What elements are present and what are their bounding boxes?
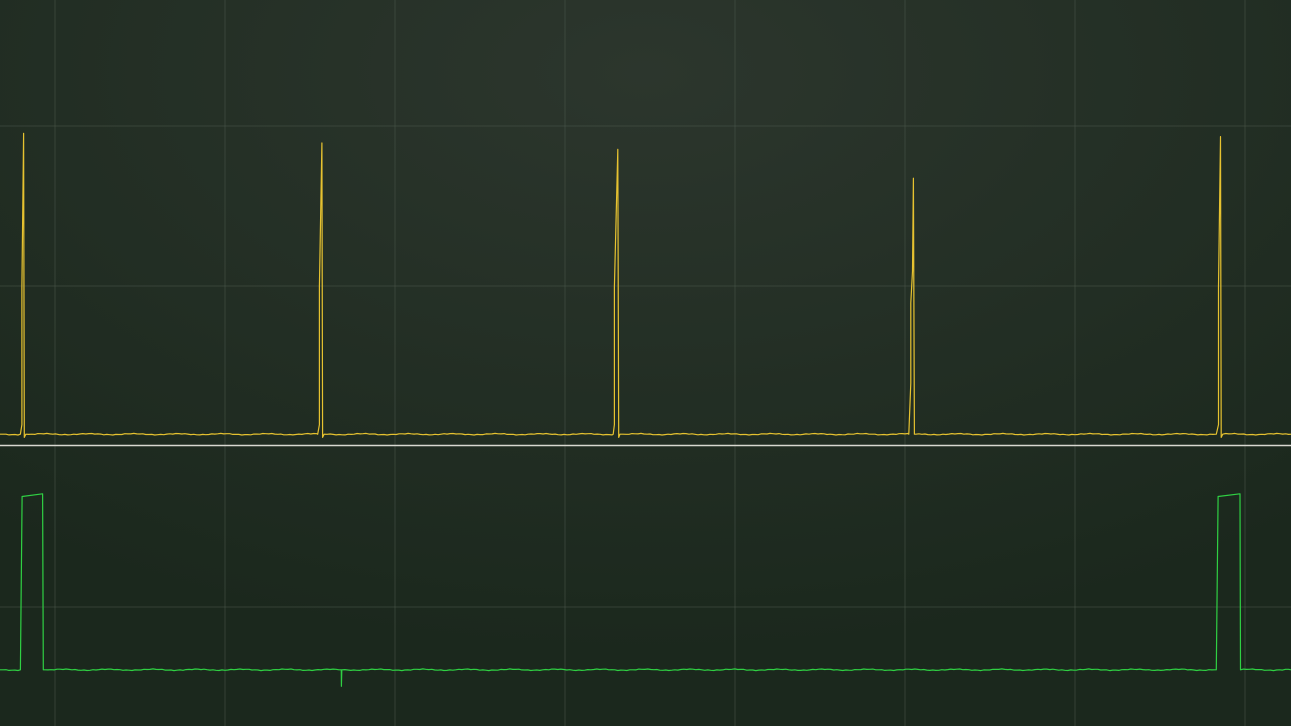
oscilloscope-screen bbox=[0, 0, 1291, 726]
screen-background bbox=[0, 0, 1291, 726]
